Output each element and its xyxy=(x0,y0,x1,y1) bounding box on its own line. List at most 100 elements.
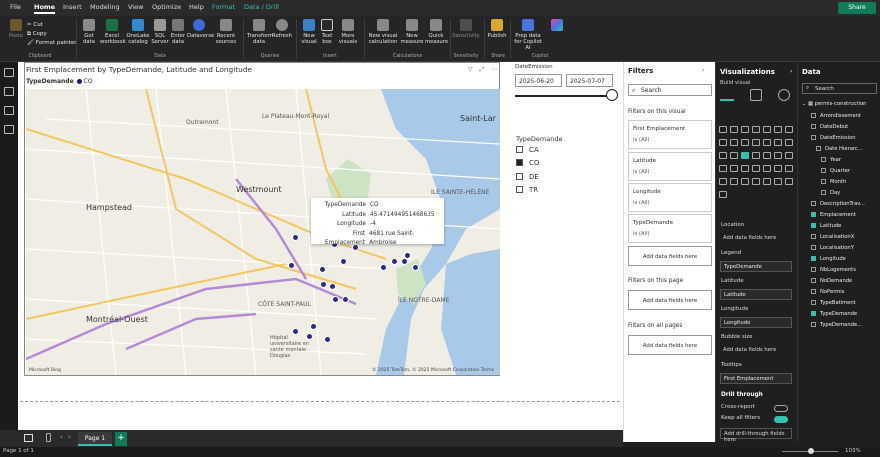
power-apps-icon[interactable] xyxy=(785,178,793,185)
map-area[interactable]: Saint-Lar Hampstead Westmount Montréal-O… xyxy=(26,89,500,375)
card-icon[interactable] xyxy=(719,165,727,172)
pie-icon[interactable] xyxy=(785,139,793,146)
refresh-button[interactable]: Refresh xyxy=(272,19,292,39)
map-point[interactable] xyxy=(329,283,336,290)
menu-data-drill[interactable]: Data / Drill xyxy=(244,3,279,11)
date-slider-handle[interactable] xyxy=(606,89,618,101)
add-all-pages-filter-drop[interactable]: Add data fields here xyxy=(628,335,712,355)
field-checkbox[interactable] xyxy=(821,168,826,173)
map-point[interactable] xyxy=(319,266,326,273)
date-start-input[interactable]: 2025-06-20 xyxy=(515,74,562,87)
format-painter-button[interactable]: 🖌 Format painter xyxy=(27,39,77,48)
checkbox[interactable] xyxy=(516,146,523,153)
map-point[interactable] xyxy=(320,281,327,288)
data-field[interactable]: Day xyxy=(821,190,840,196)
ribbon-chart-icon[interactable] xyxy=(741,139,749,146)
key-influencers-icon[interactable] xyxy=(730,178,738,185)
add-visual-filter-drop[interactable]: Add data fields here xyxy=(628,246,712,266)
model-view-icon[interactable] xyxy=(4,106,14,115)
field-checkbox[interactable] xyxy=(811,135,816,140)
table-node[interactable]: ⌄ ▦ permis-construction xyxy=(802,101,866,107)
type-option-de[interactable]: DE xyxy=(516,173,539,181)
recent-sources-button[interactable]: Recent sources xyxy=(213,19,239,45)
data-field[interactable]: Latitude xyxy=(811,223,841,229)
field-checkbox[interactable] xyxy=(811,223,816,228)
analytics-tab-icon[interactable] xyxy=(778,89,790,101)
clustered-bar-icon[interactable] xyxy=(741,126,749,133)
field-checkbox[interactable] xyxy=(811,212,816,217)
map-visual[interactable]: First Emplacement by TypeDemande, Latitu… xyxy=(24,62,500,376)
date-slider-track[interactable] xyxy=(515,95,613,97)
report-view-icon[interactable] xyxy=(4,68,14,77)
100-bar-icon[interactable] xyxy=(763,126,771,133)
data-field[interactable]: LocalisationX xyxy=(811,234,854,240)
more-options-icon[interactable]: ⋯ xyxy=(491,66,497,73)
menu-file[interactable]: File xyxy=(10,3,21,11)
data-field[interactable]: LocalisationY xyxy=(811,245,854,251)
publish-button[interactable]: Publish xyxy=(487,19,507,39)
map-point[interactable] xyxy=(324,336,331,343)
copilot-button[interactable] xyxy=(548,19,566,33)
data-field[interactable]: NbLogements xyxy=(811,267,856,273)
stacked-bar-icon[interactable] xyxy=(719,126,727,133)
collapse-filters-icon[interactable]: › xyxy=(702,67,704,74)
map-point[interactable] xyxy=(380,264,387,271)
get-data-button[interactable]: Get data xyxy=(80,19,98,45)
data-field[interactable]: Longitude xyxy=(811,256,846,262)
field-well-value[interactable]: Latitude xyxy=(720,289,792,300)
field-well-drop[interactable]: Add data fields here xyxy=(720,233,792,244)
field-well-value[interactable]: TypeDemande xyxy=(720,261,792,272)
text-box-button[interactable]: Text box xyxy=(319,19,335,45)
data-field[interactable]: Year xyxy=(821,157,841,163)
map-point[interactable] xyxy=(412,264,419,271)
shape-map-icon[interactable] xyxy=(763,152,771,159)
field-checkbox[interactable] xyxy=(811,113,816,118)
enter-data-button[interactable]: Enter data xyxy=(170,19,186,45)
filter-card[interactable]: Longitude is (All) xyxy=(628,183,712,212)
menu-insert[interactable]: Insert xyxy=(63,3,82,11)
new-measure-button[interactable]: New measure xyxy=(400,19,424,45)
more-icon[interactable] xyxy=(719,191,727,198)
matrix-icon[interactable] xyxy=(774,165,782,172)
table-view-icon[interactable] xyxy=(4,87,14,96)
data-field[interactable]: Quarter xyxy=(821,168,850,174)
field-checkbox[interactable] xyxy=(811,278,816,283)
collapse-viz-icon[interactable]: › xyxy=(790,68,792,75)
qa-icon[interactable] xyxy=(752,178,760,185)
table-icon[interactable] xyxy=(763,165,771,172)
keep-filters-toggle[interactable] xyxy=(774,416,788,423)
next-page-icon[interactable]: › xyxy=(68,433,71,441)
page-tab[interactable]: Page 1 xyxy=(78,432,112,446)
build-visual-tab-icon[interactable] xyxy=(720,89,734,101)
desktop-layout-icon[interactable] xyxy=(24,434,33,442)
filter-card[interactable]: TypeDemande is (All) xyxy=(628,214,712,243)
paste-button[interactable]: Paste xyxy=(6,19,26,39)
field-checkbox[interactable] xyxy=(821,190,826,195)
gauge-icon[interactable] xyxy=(785,152,793,159)
cut-button[interactable]: ✂ Cut xyxy=(27,21,77,30)
menu-help[interactable]: Help xyxy=(189,3,204,11)
field-checkbox[interactable] xyxy=(816,146,821,151)
multi-card-icon[interactable] xyxy=(730,165,738,172)
menu-format[interactable]: Format xyxy=(212,3,235,11)
kpi-icon[interactable] xyxy=(741,165,749,172)
map-point[interactable] xyxy=(310,323,317,330)
area-chart-icon[interactable] xyxy=(719,139,727,146)
type-option-ca[interactable]: CA xyxy=(516,146,539,154)
data-field[interactable]: TypeDemande... xyxy=(811,322,862,328)
sql-server-button[interactable]: SQL Server xyxy=(151,19,169,45)
map-point[interactable] xyxy=(404,252,411,259)
azure-map-icon[interactable] xyxy=(774,152,782,159)
line-chart-icon[interactable] xyxy=(785,126,793,133)
onelake-button[interactable]: OneLake catalog xyxy=(126,19,150,45)
decomposition-icon[interactable] xyxy=(741,178,749,185)
field-well-value[interactable]: First Emplacement xyxy=(720,373,792,384)
field-well-drop[interactable]: Add data fields here xyxy=(720,345,792,356)
map-icon[interactable] xyxy=(741,152,749,159)
treemap-icon[interactable] xyxy=(730,152,738,159)
map-point[interactable] xyxy=(391,258,398,265)
new-visual-button[interactable]: New visual xyxy=(300,19,318,45)
paginated-icon[interactable] xyxy=(774,178,782,185)
narrative-icon[interactable] xyxy=(763,178,771,185)
focus-mode-icon[interactable]: ⤢ xyxy=(480,66,485,73)
